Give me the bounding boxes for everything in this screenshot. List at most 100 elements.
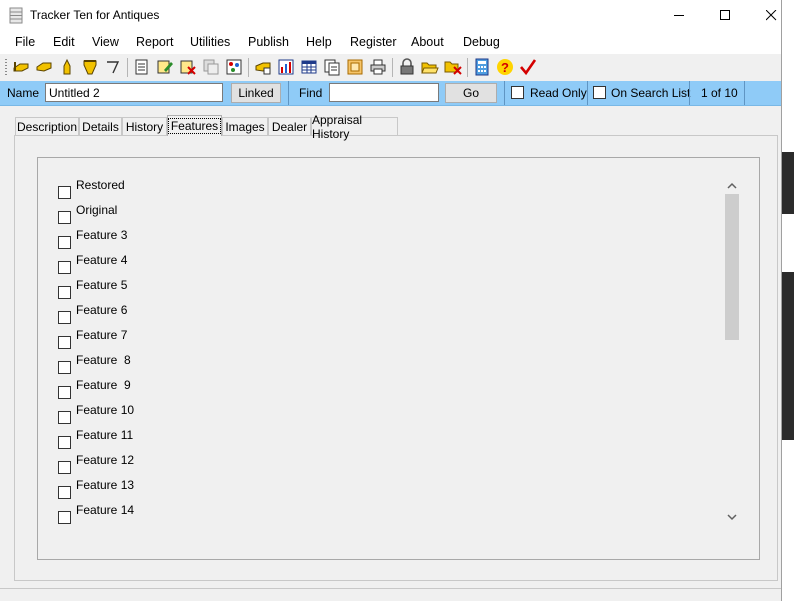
tab-images[interactable]: Images xyxy=(222,117,268,135)
feature-checkbox[interactable] xyxy=(58,186,71,199)
feature-checkbox[interactable] xyxy=(58,211,71,224)
close-icon xyxy=(765,10,776,21)
table-view-icon[interactable] xyxy=(300,58,318,76)
feature-label[interactable]: Feature 9 xyxy=(76,378,131,392)
open-folder-icon[interactable] xyxy=(421,58,439,76)
feature-checkbox[interactable] xyxy=(58,361,71,374)
calculator-icon[interactable] xyxy=(473,58,491,76)
menu-bar: File Edit View Report Utilities Publish … xyxy=(0,31,781,54)
last-record-icon[interactable] xyxy=(81,58,99,76)
feature-checkbox[interactable] xyxy=(58,286,71,299)
toolbar-grip[interactable] xyxy=(5,59,7,77)
feature-checkbox[interactable] xyxy=(58,461,71,474)
bar-divider xyxy=(689,81,690,105)
linked-button[interactable]: Linked xyxy=(231,83,281,103)
feature-label[interactable]: Feature 12 xyxy=(76,453,134,467)
tab-history[interactable]: History xyxy=(122,117,167,135)
maximize-button[interactable] xyxy=(702,0,748,31)
feature-label[interactable]: Feature 4 xyxy=(76,253,127,267)
feature-checkbox[interactable] xyxy=(58,261,71,274)
add-record-icon[interactable] xyxy=(133,58,151,76)
tab-details[interactable]: Details xyxy=(79,117,122,135)
tab-appraisal-history[interactable]: Appraisal History xyxy=(311,113,398,141)
tab-label: Details xyxy=(82,119,119,134)
feature-label[interactable]: Restored xyxy=(76,178,125,192)
bar-divider xyxy=(288,81,289,105)
record-position: 1 of 10 xyxy=(701,86,738,100)
menu-utilities[interactable]: Utilities xyxy=(190,35,230,49)
feature-label[interactable]: Feature 7 xyxy=(76,328,127,342)
feature-label[interactable]: Feature 3 xyxy=(76,228,127,242)
feature-label[interactable]: Feature 10 xyxy=(76,403,134,417)
on-search-list-checkbox[interactable] xyxy=(593,86,606,99)
feature-label[interactable]: Original xyxy=(76,203,117,217)
chart-icon[interactable] xyxy=(277,58,295,76)
tab-features[interactable]: Features xyxy=(167,115,222,136)
lock-icon[interactable] xyxy=(398,58,416,76)
on-search-list-label[interactable]: On Search List xyxy=(611,86,690,100)
first-record-icon[interactable] xyxy=(12,58,30,76)
check-icon[interactable] xyxy=(519,58,537,76)
delete-record-icon[interactable] xyxy=(179,58,197,76)
pages-icon[interactable] xyxy=(323,58,341,76)
go-button[interactable]: Go xyxy=(445,83,497,103)
menu-file[interactable]: File xyxy=(15,35,35,49)
menu-help[interactable]: Help xyxy=(306,35,332,49)
tab-label: Features xyxy=(167,118,222,134)
menu-publish[interactable]: Publish xyxy=(248,35,289,49)
feature-checkbox[interactable] xyxy=(58,411,71,424)
toolbar-separator xyxy=(248,58,249,77)
tab-label: Appraisal History xyxy=(312,112,363,141)
feature-label[interactable]: Feature 14 xyxy=(76,503,134,517)
bar-divider xyxy=(744,81,745,105)
name-input[interactable] xyxy=(45,83,223,102)
save-icon[interactable] xyxy=(444,58,462,76)
name-label: Name xyxy=(7,86,40,100)
scroll-thumb[interactable] xyxy=(725,194,739,340)
edit-record-icon[interactable] xyxy=(156,58,174,76)
feature-checkbox[interactable] xyxy=(58,311,71,324)
read-only-checkbox[interactable] xyxy=(511,86,524,99)
background-window-block xyxy=(782,272,794,440)
scroll-up-button[interactable] xyxy=(723,176,741,194)
feature-checkbox[interactable] xyxy=(58,486,71,499)
menu-report[interactable]: Report xyxy=(136,35,174,49)
close-button[interactable] xyxy=(748,0,781,31)
menu-view[interactable]: View xyxy=(92,35,119,49)
goto-record-icon[interactable] xyxy=(104,58,122,76)
feature-label[interactable]: Feature 11 xyxy=(76,428,133,442)
feature-checkbox[interactable] xyxy=(58,511,71,524)
feature-label[interactable]: Feature 5 xyxy=(76,278,127,292)
feature-checkbox[interactable] xyxy=(58,436,71,449)
features-scrollbar[interactable] xyxy=(723,176,741,526)
tab-description[interactable]: Description xyxy=(15,117,79,135)
feature-label[interactable]: Feature 6 xyxy=(76,303,127,317)
image-icon[interactable] xyxy=(346,58,364,76)
chevron-up-icon xyxy=(727,182,737,189)
feature-checkbox[interactable] xyxy=(58,236,71,249)
copy-record-icon[interactable] xyxy=(202,58,220,76)
title-bar[interactable]: Tracker Ten for Antiques xyxy=(0,0,781,31)
feature-label[interactable]: Feature 8 xyxy=(76,353,131,367)
feature-label[interactable]: Feature 13 xyxy=(76,478,134,492)
help-icon[interactable]: ? xyxy=(496,58,514,76)
menu-edit[interactable]: Edit xyxy=(53,35,75,49)
menu-about[interactable]: About xyxy=(411,35,444,49)
feature-checkbox[interactable] xyxy=(58,336,71,349)
maximize-icon xyxy=(719,10,730,20)
feature-checkbox[interactable] xyxy=(58,386,71,399)
print-icon[interactable] xyxy=(369,58,387,76)
read-only-label[interactable]: Read Only xyxy=(530,86,587,100)
menu-register[interactable]: Register xyxy=(350,35,397,49)
multi-edit-icon[interactable] xyxy=(225,58,243,76)
find-icon[interactable] xyxy=(254,58,272,76)
bar-divider xyxy=(504,81,505,105)
scroll-down-button[interactable] xyxy=(723,508,741,526)
find-input[interactable] xyxy=(329,83,439,102)
previous-record-icon[interactable] xyxy=(35,58,53,76)
status-divider xyxy=(0,588,781,589)
next-record-icon[interactable] xyxy=(58,58,76,76)
menu-debug[interactable]: Debug xyxy=(463,35,500,49)
tab-dealer[interactable]: Dealer xyxy=(268,117,311,135)
minimize-button[interactable] xyxy=(656,0,702,31)
